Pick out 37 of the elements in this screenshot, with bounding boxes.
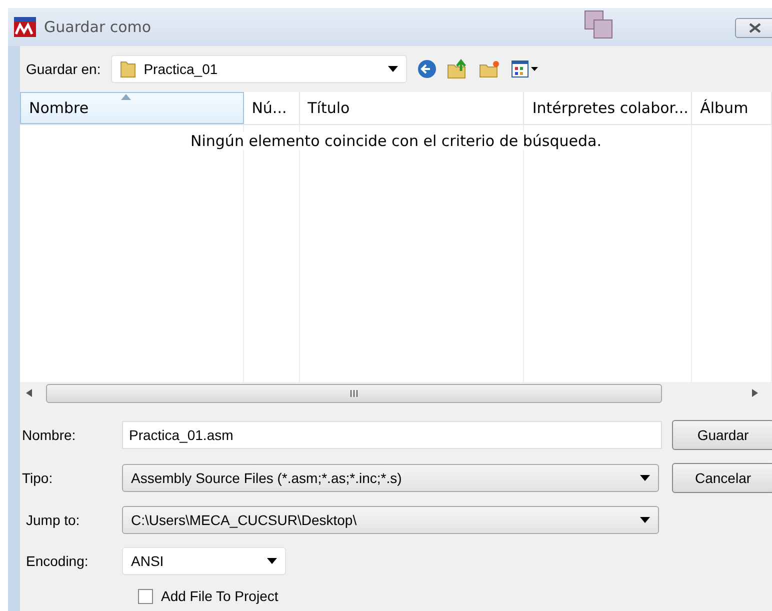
grip-icon bbox=[350, 390, 358, 396]
column-header[interactable]: Título bbox=[300, 92, 524, 124]
empty-list-message: Ningún elemento coincide con el criterio de búsqueda. bbox=[190, 132, 602, 150]
back-icon[interactable] bbox=[416, 59, 437, 79]
column-header[interactable]: Nombre bbox=[20, 92, 244, 124]
save-in-dropdown[interactable]: Practica_01 bbox=[110, 55, 407, 83]
dropdown-caret-icon bbox=[388, 66, 398, 72]
save-in-label: Guardar en: bbox=[26, 61, 101, 77]
field-label: Nombre: bbox=[22, 427, 77, 443]
dropdown-caret-icon bbox=[640, 475, 650, 481]
window-title: Guardar como bbox=[44, 18, 152, 36]
field-label: Encoding: bbox=[25, 553, 90, 569]
encoding-dropdown[interactable]: ANSI bbox=[122, 547, 286, 575]
windows-icon bbox=[584, 10, 614, 40]
checkbox-label: Add File To Project bbox=[161, 588, 278, 604]
folder-icon bbox=[120, 60, 136, 78]
sort-arrow-icon bbox=[121, 94, 131, 100]
dropdown-caret-icon bbox=[267, 558, 277, 564]
up-folder-icon[interactable] bbox=[446, 59, 469, 79]
view-menu-icon[interactable] bbox=[510, 60, 539, 78]
app-logo-icon bbox=[14, 17, 36, 37]
cancel-button[interactable]: Cancelar bbox=[672, 463, 772, 493]
field-label: Tipo: bbox=[22, 470, 54, 486]
name-input-field[interactable]: Practica_01.asm bbox=[122, 421, 662, 449]
scroll-right-icon[interactable] bbox=[752, 389, 758, 397]
close-icon bbox=[749, 23, 761, 33]
checkbox[interactable] bbox=[138, 588, 153, 604]
column-header[interactable]: Nú... bbox=[244, 92, 300, 124]
close-button[interactable] bbox=[735, 18, 772, 38]
dropdown-caret-icon bbox=[640, 517, 650, 523]
dropdown[interactable]: C:\Users\MECA_CUCSUR\Desktop\ bbox=[122, 506, 659, 534]
new-folder-icon[interactable] bbox=[478, 60, 501, 78]
scroll-left-icon[interactable] bbox=[26, 389, 32, 397]
save-button[interactable]: Guardar bbox=[672, 420, 772, 450]
scrollbar-thumb[interactable] bbox=[46, 384, 662, 402]
field-label: Jump to: bbox=[25, 512, 81, 528]
dropdown[interactable]: Assembly Source Files (*.asm;*.as;*.inc;*.s) bbox=[122, 464, 659, 492]
